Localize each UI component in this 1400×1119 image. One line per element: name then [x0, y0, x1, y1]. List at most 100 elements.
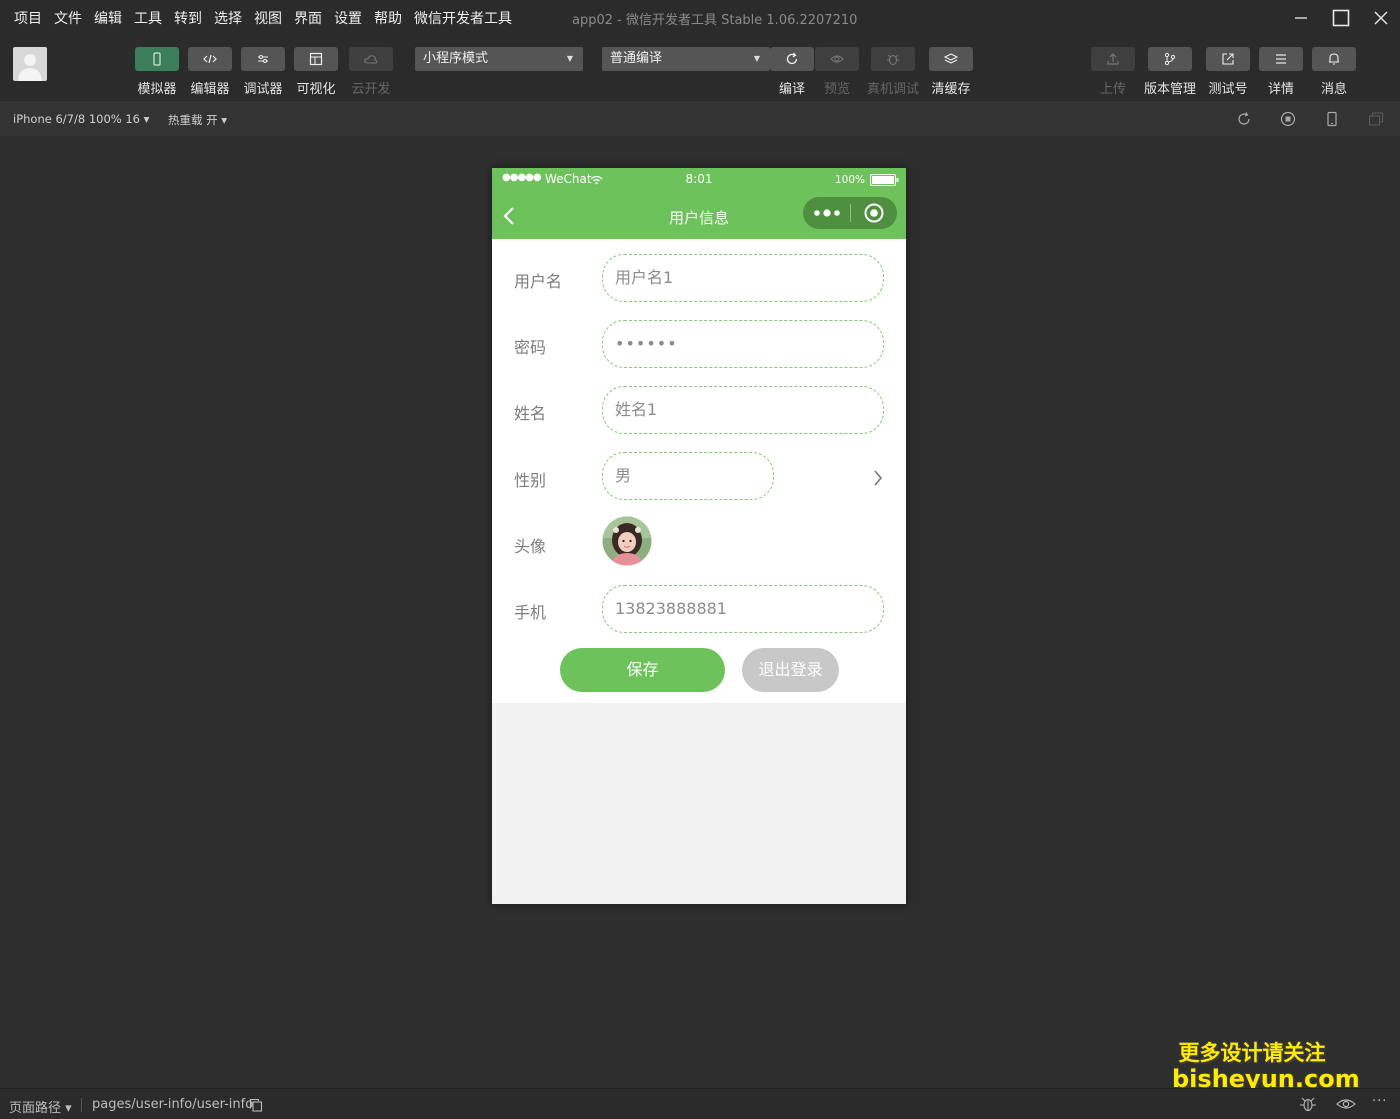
preview-button[interactable]	[815, 47, 859, 71]
upload-label: 上传	[1099, 82, 1126, 97]
clear-cache-button[interactable]	[929, 47, 973, 71]
navigation-bar: 用户信息	[492, 192, 906, 239]
more-options-icon[interactable]: ···	[1372, 1094, 1387, 1109]
caret-down-icon: ▼	[566, 54, 573, 63]
visual-button[interactable]	[294, 47, 338, 71]
debugger-button[interactable]	[241, 47, 285, 71]
bug-icon	[887, 54, 899, 65]
password-label: 密码	[514, 338, 547, 357]
maximize-icon[interactable]	[1327, 4, 1355, 32]
layers-icon	[944, 53, 958, 64]
messages-button[interactable]	[1312, 47, 1356, 71]
menu-devtools[interactable]: 微信开发者工具	[414, 8, 512, 28]
save-button[interactable]: 保存	[560, 648, 725, 692]
bell-icon	[1329, 53, 1339, 65]
compile-mode-select[interactable]: 普通编译 ▼	[602, 47, 770, 71]
bottom-status-bar: 页面路径 ▾ pages/user-info/user-info ···	[0, 1088, 1400, 1119]
compile-select-value: 普通编译	[610, 51, 663, 66]
user-avatar[interactable]	[13, 47, 47, 81]
refresh-icon	[786, 52, 798, 65]
window-title: app02 - 微信开发者工具 Stable 1.06.2207210	[572, 13, 858, 28]
menu-interface[interactable]: 界面	[294, 8, 322, 28]
phone-input[interactable]: 13823888881	[602, 585, 884, 633]
user-avatar-image[interactable]	[602, 516, 652, 566]
chevron-right-icon[interactable]	[872, 469, 884, 487]
clear-cache-label: 清缓存	[931, 82, 971, 97]
version-control-button[interactable]	[1148, 47, 1192, 71]
logout-button[interactable]: 退出登录	[742, 648, 839, 692]
editor-label: 编辑器	[190, 82, 230, 97]
gender-picker[interactable]: 男	[602, 452, 774, 500]
messages-label: 消息	[1320, 82, 1347, 97]
test-account-button[interactable]	[1206, 47, 1250, 71]
close-miniprogram-icon[interactable]	[864, 203, 884, 223]
avatar-label: 头像	[514, 537, 547, 556]
details-button[interactable]	[1259, 47, 1303, 71]
user-info-form: 用户名 用户名1 密码 •••••• 姓名 姓名1 性别 男 头像 手机 138…	[492, 239, 906, 703]
bottom-divider	[81, 1098, 82, 1112]
menu-project[interactable]: 项目	[14, 8, 42, 28]
device-select[interactable]: iPhone 6/7/8 100% 16 ▾	[13, 112, 149, 126]
password-input[interactable]: ••••••	[602, 320, 884, 368]
device-icon[interactable]	[1323, 110, 1341, 128]
phone-simulator: ●●●●● WeChat 8:01 100% 用户信息 用户名 用户名1 密码 …	[492, 168, 906, 904]
branch-icon	[1164, 52, 1176, 66]
visual-label: 可视化	[296, 82, 336, 97]
minimize-icon[interactable]	[1287, 4, 1315, 32]
phone-label: 手机	[514, 603, 547, 622]
caret-down-icon: ▼	[753, 54, 760, 63]
detach-window-icon[interactable]	[1367, 110, 1385, 128]
gender-label: 性别	[514, 471, 547, 490]
debug-icon	[258, 55, 268, 63]
editor-button[interactable]	[188, 47, 232, 71]
menu-settings[interactable]: 设置	[334, 8, 362, 28]
toolbar: 模拟器 编辑器 调试器 可视化 云开发 小程序模式 ▼ 普通编译 ▼ 编译 预览…	[0, 36, 1400, 100]
copy-icon[interactable]	[249, 1098, 263, 1112]
more-icon[interactable]	[813, 208, 841, 218]
menu-bar: 项目 文件 编辑 工具 转到 选择 视图 界面 设置 帮助 微信开发者工具	[0, 8, 524, 28]
hot-reload-toggle[interactable]: 热重载 开 ▾	[168, 112, 227, 128]
username-label: 用户名	[514, 272, 563, 291]
watermark: 更多设计请关注 bisheyun.com	[1172, 1040, 1360, 1092]
cloud-dev-label: 云开发	[351, 82, 391, 97]
simulator-button[interactable]	[135, 47, 179, 71]
menu-tools[interactable]: 工具	[134, 8, 162, 28]
bug-icon[interactable]	[1299, 1096, 1317, 1112]
phone-icon	[153, 52, 161, 66]
username-input[interactable]: 用户名1	[602, 254, 884, 302]
debugger-label: 调试器	[243, 82, 283, 97]
menu-help[interactable]: 帮助	[374, 8, 402, 28]
battery-percent: 100%	[835, 174, 866, 186]
page-path-dropdown[interactable]: 页面路径 ▾	[9, 1097, 72, 1116]
version-control-label: 版本管理	[1143, 82, 1196, 97]
watermark-line-1: 更多设计请关注	[1178, 1041, 1326, 1065]
cloud-dev-button[interactable]	[349, 47, 393, 71]
cloud-icon	[364, 55, 378, 64]
simulator-status-bar: iPhone 6/7/8 100% 16 ▾ 热重载 开 ▾	[0, 100, 1400, 136]
name-input[interactable]: 姓名1	[602, 386, 884, 434]
title-bar: 项目 文件 编辑 工具 转到 选择 视图 界面 设置 帮助 微信开发者工具 ap…	[0, 0, 1400, 36]
upload-button[interactable]	[1091, 47, 1135, 71]
menu-selection[interactable]: 选择	[214, 8, 242, 28]
external-link-icon	[1222, 53, 1234, 65]
list-icon	[1276, 54, 1286, 64]
menu-edit[interactable]: 编辑	[94, 8, 122, 28]
stop-icon[interactable]	[1279, 110, 1297, 128]
simulator-label: 模拟器	[137, 82, 177, 97]
remote-debug-button[interactable]	[871, 47, 915, 71]
menu-view[interactable]: 视图	[254, 8, 282, 28]
mode-select[interactable]: 小程序模式 ▼	[415, 47, 583, 71]
capsule-divider	[850, 204, 851, 222]
battery-icon	[870, 174, 899, 186]
compile-button[interactable]	[770, 47, 814, 71]
preview-label: 预览	[823, 82, 850, 97]
rotate-icon[interactable]	[1235, 110, 1253, 128]
menu-file[interactable]: 文件	[54, 8, 82, 28]
menu-goto[interactable]: 转到	[174, 8, 202, 28]
phone-status-bar: ●●●●● WeChat 8:01 100%	[492, 168, 906, 192]
close-icon[interactable]	[1367, 4, 1395, 32]
eye-icon[interactable]	[1336, 1097, 1356, 1111]
code-icon	[203, 54, 217, 64]
menu-capsule	[803, 197, 897, 229]
eye-icon	[830, 55, 844, 63]
